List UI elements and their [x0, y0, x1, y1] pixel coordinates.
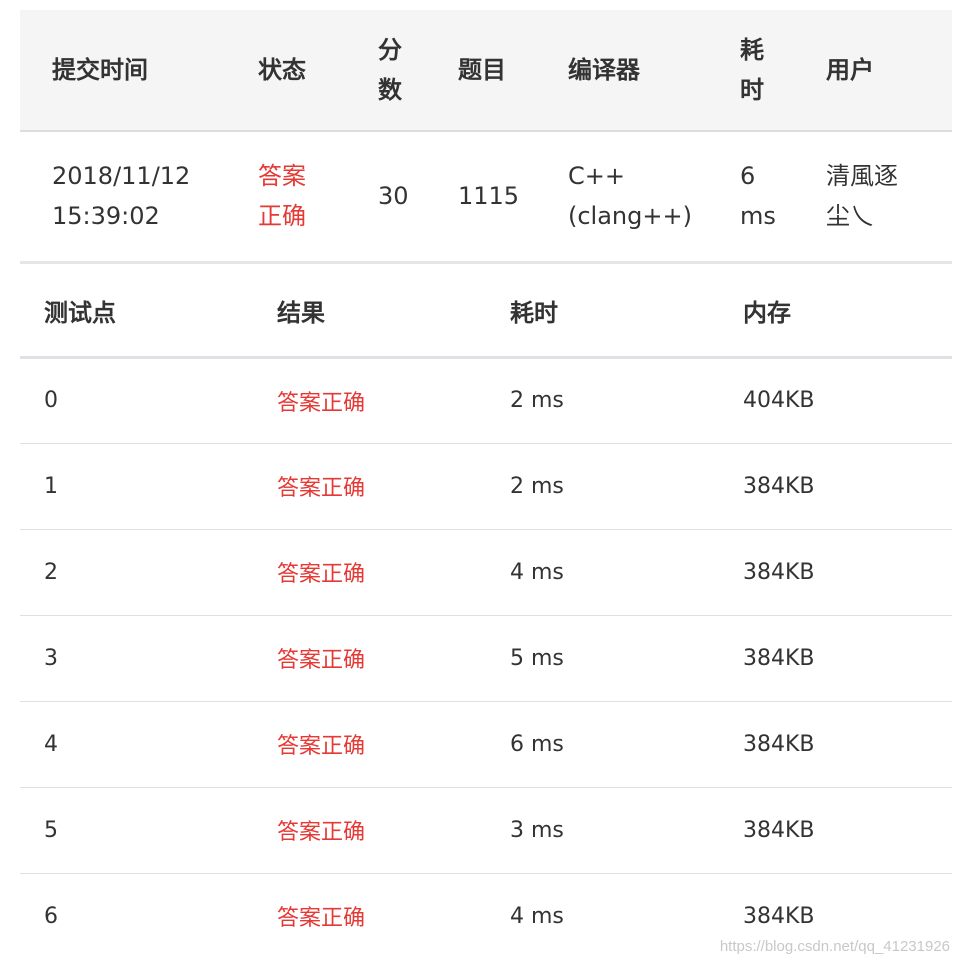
status-line1: 答案: [258, 162, 306, 191]
case-elapsed: 2 ms: [486, 357, 719, 444]
submission-table: 提交时间 状态 分 数 题目 编译器 耗 时 用户 2018/11/12 15:…: [20, 10, 952, 264]
compiler-line2: (clang++): [568, 202, 692, 231]
table-row: 2 答案正确 4 ms 384KB: [20, 529, 952, 616]
case-memory: 384KB: [719, 701, 952, 788]
case-elapsed: 4 ms: [486, 529, 719, 616]
header-problem[interactable]: 题目: [458, 10, 568, 132]
header-score-line1: 分: [378, 36, 402, 64]
status-cell[interactable]: 答案 正确: [258, 131, 378, 264]
table-row: 0 答案正确 2 ms 404KB: [20, 357, 952, 444]
testcase-table: 测试点 结果 耗时 内存 0 答案正确 2 ms 404KB 1 答案正确 2 …: [20, 265, 952, 959]
case-memory: 384KB: [719, 615, 952, 702]
case-elapsed: 6 ms: [486, 701, 719, 788]
compiler-line1: C++: [568, 162, 625, 191]
case-result: 答案正确: [277, 906, 366, 932]
problem-cell[interactable]: 1115: [458, 131, 568, 264]
submit-clock: 15:39:02: [52, 202, 160, 231]
case-result: 答案正确: [253, 357, 486, 444]
case-id: 5: [20, 787, 253, 874]
submit-time-cell: 2018/11/12 15:39:02: [20, 131, 258, 264]
table-row: 4 答案正确 6 ms 384KB: [20, 701, 952, 788]
compiler-cell: C++ (clang++): [568, 131, 740, 264]
user-cell[interactable]: 清風逐 尘乀: [826, 131, 952, 264]
case-result: 答案正确: [253, 443, 486, 530]
case-memory: 384KB: [719, 529, 952, 616]
case-elapsed: 2 ms: [486, 443, 719, 530]
case-elapsed: 5 ms: [486, 615, 719, 702]
case-id: 4: [20, 701, 253, 788]
case-memory: 384KB: [719, 443, 952, 530]
case-id: 2: [20, 529, 253, 616]
case-id: 3: [20, 615, 253, 702]
case-result: 答案正确: [253, 615, 486, 702]
case-id: 1: [20, 443, 253, 530]
user-line1: 清風逐: [826, 162, 898, 191]
case-elapsed: 4 ms: [510, 903, 564, 929]
table-row: 3 答案正确 5 ms 384KB: [20, 615, 952, 702]
table-row: 5 答案正确 3 ms 384KB: [20, 787, 952, 874]
header-score[interactable]: 分 数: [378, 10, 458, 132]
case-id: 0: [20, 357, 253, 444]
status-line2: 正确: [258, 202, 306, 231]
submission-row: 2018/11/12 15:39:02 答案 正确 30 1115 C++ (c…: [20, 131, 952, 264]
case-result: 答案正确: [253, 701, 486, 788]
header-score-line2: 数: [378, 76, 402, 104]
case-id: 6: [44, 903, 58, 929]
case-result: 答案正确: [253, 529, 486, 616]
header-case-elapsed: 耗时: [486, 265, 719, 359]
watermark-text: https://blog.csdn.net/qq_41231926: [719, 938, 950, 955]
header-result: 结果: [253, 265, 486, 359]
submission-header-row: 提交时间 状态 分 数 题目 编译器 耗 时 用户: [20, 10, 952, 132]
header-elapsed-line1: 耗: [740, 36, 764, 64]
score-cell: 30: [378, 131, 458, 264]
elapsed-line2: ms: [740, 202, 776, 231]
header-elapsed-line2: 时: [740, 76, 764, 104]
header-compiler[interactable]: 编译器: [568, 10, 740, 132]
case-result: 答案正确: [253, 787, 486, 874]
header-case: 测试点: [20, 265, 253, 359]
header-elapsed[interactable]: 耗 时: [740, 10, 826, 132]
elapsed-cell: 6 ms: [740, 131, 826, 264]
table-row: 1 答案正确 2 ms 384KB: [20, 443, 952, 530]
header-memory: 内存: [719, 265, 952, 359]
header-submit-time[interactable]: 提交时间: [20, 10, 258, 132]
submit-date: 2018/11/12: [52, 162, 191, 191]
case-elapsed: 3 ms: [486, 787, 719, 874]
elapsed-line1: 6: [740, 162, 756, 191]
case-memory: 404KB: [719, 357, 952, 444]
case-memory: 384KB: [719, 787, 952, 874]
testcase-header-row: 测试点 结果 耗时 内存: [20, 265, 952, 359]
header-status[interactable]: 状态: [258, 10, 378, 132]
user-line2: 尘乀: [826, 202, 874, 231]
header-user[interactable]: 用户: [826, 10, 952, 132]
